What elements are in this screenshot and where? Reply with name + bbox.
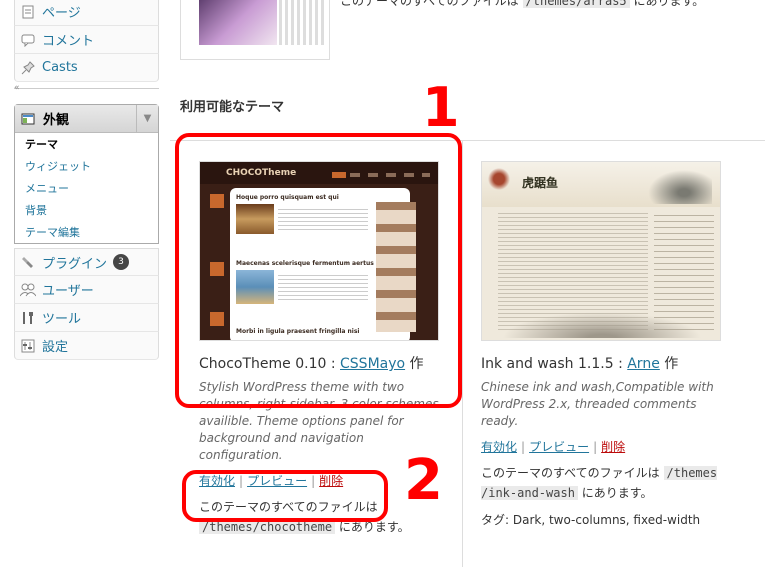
menu-label: ユーザー — [42, 284, 94, 299]
menu-label: ページ — [42, 6, 81, 21]
submenu-item-themes[interactable]: テーマ — [15, 133, 158, 155]
submenu-item-widgets[interactable]: ウィジェット — [15, 155, 158, 177]
submenu-item-menus[interactable]: メニュー — [15, 177, 158, 199]
activate-link[interactable]: 有効化 — [481, 440, 517, 454]
users-icon — [19, 281, 37, 299]
menu-label: 外観 — [43, 113, 70, 128]
comment-icon — [19, 31, 37, 49]
page-icon — [19, 3, 37, 21]
collapse-arrows-icon[interactable]: « — [14, 83, 20, 93]
annotation-box-2 — [182, 470, 388, 522]
theme-title: Ink and wash 1.1.5 : Arne 作 — [481, 356, 679, 372]
theme-actions: 有効化 | プレビュー | 削除 — [481, 440, 626, 454]
annotation-number: 1 — [422, 76, 460, 139]
annotation-number: 2 — [404, 448, 443, 513]
update-count-badge: 3 — [113, 254, 130, 270]
tools-icon — [19, 309, 37, 327]
menu-item-users[interactable]: ユーザー — [14, 276, 159, 304]
menu-label: プラグイン — [42, 256, 108, 272]
current-theme-files: このテーマのすべてのファイルは /themes/arras5 にあります。 — [340, 0, 704, 9]
theme-screenshot[interactable]: 虎踞鱼 — [481, 161, 721, 341]
menu-item-settings[interactable]: 設定 — [14, 332, 159, 360]
menu-item-tools[interactable]: ツール — [14, 304, 159, 332]
menu-label: ツール — [42, 312, 82, 327]
annotation-box-1 — [175, 133, 462, 408]
grid-divider — [462, 140, 463, 567]
menu-item-casts[interactable]: Casts — [14, 54, 159, 82]
submenu-item-theme-editor[interactable]: テーマ編集 — [15, 221, 158, 243]
appearance-icon — [19, 110, 37, 128]
submenu-item-background[interactable]: 背景 — [15, 199, 158, 221]
menu-label: 設定 — [42, 340, 69, 355]
menu-label: Casts — [42, 60, 78, 75]
theme-description: Chinese ink and wash,Compatible with Wor… — [481, 380, 714, 428]
main-content: このテーマのすべてのファイルは /themes/arras5 にあります。 利用… — [170, 0, 765, 567]
menu-group-appearance: 外観 ▼ テーマ ウィジェット メニュー 背景 テーマ編集 — [14, 104, 159, 244]
theme-card-ink-and-wash: 虎踞鱼 Ink and wash 1.1.5 : Arne 作 Chinese … — [481, 161, 726, 528]
menu-item-comments[interactable]: コメント — [14, 26, 159, 54]
preview-link[interactable]: プレビュー — [529, 440, 589, 454]
theme-author-link[interactable]: Arne — [627, 356, 660, 372]
menu-item-plugins[interactable]: プラグイン 3 — [14, 248, 159, 276]
settings-icon — [19, 337, 37, 355]
menu-item-appearance[interactable]: 外観 ▼ — [15, 105, 158, 133]
menu-label: コメント — [42, 34, 95, 49]
section-title: 利用可能なテーマ — [180, 100, 285, 115]
theme-files: このテーマのすべてのファイルは /themes /ink-and-wash にあ… — [481, 466, 718, 500]
plugin-icon — [19, 253, 37, 271]
current-theme-screenshot — [180, 0, 330, 60]
pin-icon — [19, 59, 37, 77]
menu-separator: « — [14, 83, 159, 96]
submenu-toggle-icon[interactable]: ▼ — [136, 105, 158, 132]
delete-link[interactable]: 削除 — [601, 440, 625, 454]
admin-menu: ページ コメント Casts « 外観 ▼ テーマ ウィジェット メニュー 背景… — [0, 0, 170, 567]
theme-tags: タグ: Dark, two-columns, fixed-width — [481, 513, 701, 527]
menu-item-pages[interactable]: ページ — [14, 0, 159, 26]
screenshot-logo: 虎踞鱼 — [522, 176, 559, 190]
